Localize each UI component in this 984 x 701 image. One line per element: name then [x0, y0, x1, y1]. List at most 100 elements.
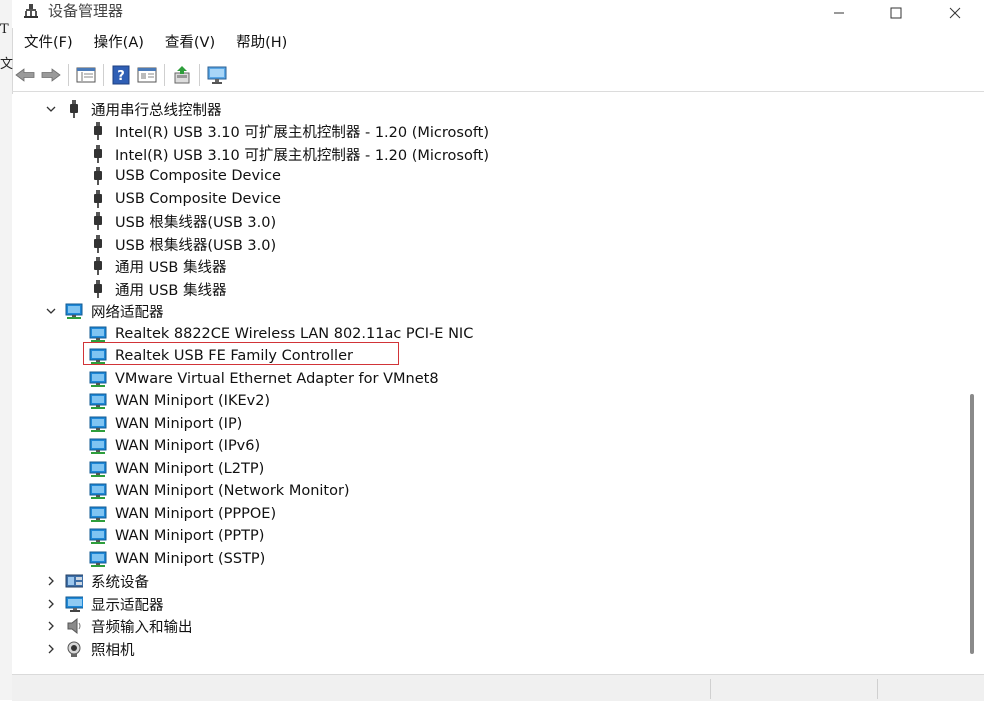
- device-item[interactable]: WAN Miniport (SSTP): [12, 548, 952, 570]
- device-item[interactable]: WAN Miniport (L2TP): [12, 458, 952, 480]
- device-item[interactable]: VMware Virtual Ethernet Adapter for VMne…: [12, 368, 952, 390]
- device-label: WAN Miniport (IP): [115, 416, 243, 432]
- device-item[interactable]: USB 根集线器(USB 3.0): [12, 233, 952, 255]
- usb-plug-icon: [89, 145, 107, 163]
- display-adapter-icon: [65, 595, 83, 613]
- category-label: 显示适配器: [91, 597, 164, 614]
- tree-category-system-devices[interactable]: 系统设备: [12, 570, 952, 592]
- toolbar-separator: [68, 64, 69, 86]
- device-item[interactable]: WAN Miniport (IKEv2): [12, 390, 952, 412]
- minimize-icon: [834, 12, 844, 14]
- status-divider: [710, 679, 711, 699]
- menu-view[interactable]: 查看(V): [155, 29, 225, 57]
- device-item[interactable]: Intel(R) USB 3.10 可扩展主机控制器 - 1.20 (Micro…: [12, 120, 952, 142]
- device-label: USB Composite Device: [115, 191, 281, 207]
- device-label: USB 根集线器(USB 3.0): [115, 237, 277, 254]
- system-devices-icon: [65, 572, 83, 590]
- help-button[interactable]: ?: [108, 62, 134, 88]
- device-item[interactable]: WAN Miniport (PPTP): [12, 525, 952, 547]
- tree-category-display-adapters[interactable]: 显示适配器: [12, 593, 952, 615]
- device-tree[interactable]: 通用串行总线控制器 Intel(R) USB 3.10 可扩展主机控制器 - 1…: [12, 94, 967, 674]
- maximize-icon: [890, 7, 902, 19]
- device-item[interactable]: 通用 USB 集线器: [12, 278, 952, 300]
- background-window-fragment: T: [0, 22, 9, 37]
- menu-action[interactable]: 操作(A): [84, 29, 154, 57]
- device-label: Intel(R) USB 3.10 可扩展主机控制器 - 1.20 (Micro…: [115, 147, 490, 164]
- vertical-scrollbar[interactable]: [967, 94, 984, 674]
- maximize-button[interactable]: [873, 0, 919, 26]
- network-adapter-icon: [89, 460, 107, 478]
- network-adapter-icon: [89, 325, 107, 343]
- highlight-box: [83, 342, 399, 365]
- chevron-right-icon[interactable]: [45, 643, 57, 655]
- chevron-down-icon[interactable]: [45, 305, 57, 317]
- toolbar-separator: [164, 64, 165, 86]
- window-title: 设备管理器: [48, 2, 124, 20]
- device-view-button[interactable]: [134, 62, 160, 88]
- camera-icon: [65, 640, 83, 658]
- category-label: 照相机: [91, 642, 135, 659]
- menu-file[interactable]: 文件(F): [14, 29, 83, 57]
- device-label: Realtek 8822CE Wireless LAN 802.11ac PCI…: [115, 326, 474, 342]
- device-item[interactable]: WAN Miniport (Network Monitor): [12, 480, 952, 502]
- device-label: WAN Miniport (L2TP): [115, 461, 265, 477]
- close-button[interactable]: [932, 0, 978, 26]
- device-item[interactable]: WAN Miniport (IP): [12, 413, 952, 435]
- device-item[interactable]: USB Composite Device: [12, 165, 952, 187]
- usb-plug-icon: [89, 167, 107, 185]
- speaker-icon: [65, 617, 83, 635]
- title-bar: 设备管理器: [12, 0, 984, 28]
- usb-plug-icon: [65, 100, 83, 118]
- device-label: WAN Miniport (PPPOE): [115, 506, 277, 522]
- network-adapter-icon: [89, 437, 107, 455]
- tree-category-usb-controllers[interactable]: 通用串行总线控制器: [12, 98, 952, 120]
- device-item[interactable]: Intel(R) USB 3.10 可扩展主机控制器 - 1.20 (Micro…: [12, 143, 952, 165]
- scan-hardware-button[interactable]: [204, 62, 230, 88]
- toolbar: ?: [12, 59, 984, 92]
- tree-category-network-adapters[interactable]: 网络适配器: [12, 300, 952, 322]
- tree-category-audio-io[interactable]: 音频输入和输出: [12, 615, 952, 637]
- network-adapter-icon: [65, 302, 83, 320]
- device-item[interactable]: USB Composite Device: [12, 188, 952, 210]
- usb-plug-icon: [89, 280, 107, 298]
- device-label: Intel(R) USB 3.10 可扩展主机控制器 - 1.20 (Micro…: [115, 124, 490, 141]
- network-adapter-icon: [89, 392, 107, 410]
- device-view-icon: [137, 67, 157, 83]
- minimize-button[interactable]: [816, 0, 862, 26]
- scan-hardware-icon: [207, 66, 227, 84]
- close-icon: [949, 7, 961, 19]
- back-button[interactable]: [12, 62, 38, 88]
- back-arrow-icon: [15, 68, 35, 82]
- menu-bar: 文件(F) 操作(A) 查看(V) 帮助(H): [12, 29, 984, 57]
- tree-category-cameras[interactable]: 照相机: [12, 638, 952, 660]
- device-label: 通用 USB 集线器: [115, 259, 227, 276]
- device-label: 通用 USB 集线器: [115, 282, 227, 299]
- toolbar-separator: [103, 64, 104, 86]
- network-adapter-icon: [89, 370, 107, 388]
- device-item[interactable]: USB 根集线器(USB 3.0): [12, 210, 952, 232]
- network-adapter-icon: [89, 550, 107, 568]
- forward-button[interactable]: [38, 62, 64, 88]
- usb-plug-icon: [89, 190, 107, 208]
- menu-help[interactable]: 帮助(H): [226, 29, 297, 57]
- category-label: 网络适配器: [91, 304, 164, 321]
- help-icon: ?: [112, 65, 130, 85]
- chevron-right-icon[interactable]: [45, 598, 57, 610]
- network-adapter-icon: [89, 415, 107, 433]
- forward-arrow-icon: [41, 68, 61, 82]
- device-item[interactable]: WAN Miniport (PPPOE): [12, 503, 952, 525]
- chevron-right-icon[interactable]: [45, 620, 57, 632]
- update-driver-icon: [174, 66, 190, 84]
- scrollbar-thumb[interactable]: [970, 394, 974, 654]
- chevron-down-icon[interactable]: [45, 103, 57, 115]
- update-driver-button[interactable]: [169, 62, 195, 88]
- chevron-right-icon[interactable]: [45, 575, 57, 587]
- show-hide-console-tree-button[interactable]: [73, 62, 99, 88]
- device-item[interactable]: WAN Miniport (IPv6): [12, 435, 952, 457]
- category-label: 音频输入和输出: [91, 619, 193, 636]
- toolbar-separator: [199, 64, 200, 86]
- svg-text:?: ?: [117, 69, 125, 84]
- device-item[interactable]: 通用 USB 集线器: [12, 255, 952, 277]
- usb-plug-icon: [89, 122, 107, 140]
- properties-panel-icon: [76, 67, 96, 83]
